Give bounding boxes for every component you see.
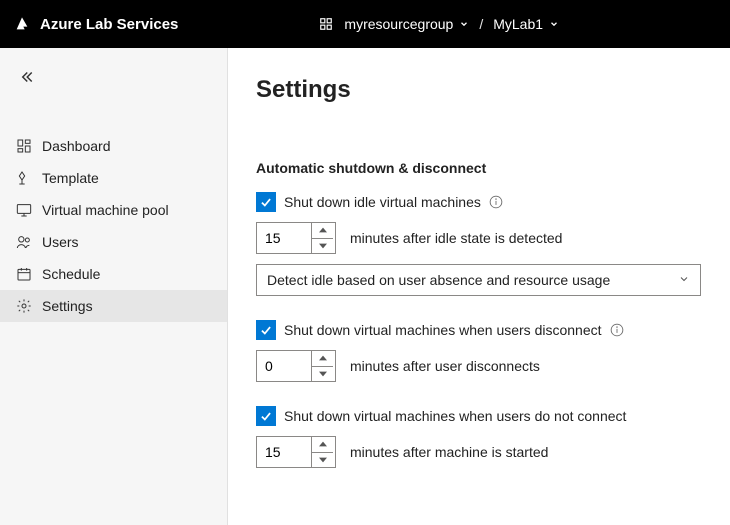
checkbox-label: Shut down idle virtual machines [284, 194, 481, 210]
noconnect-minutes-label: minutes after machine is started [350, 444, 548, 460]
spin-down[interactable] [312, 239, 333, 254]
checkbox-label: Shut down virtual machines when users di… [284, 322, 602, 338]
spin-down[interactable] [312, 367, 333, 382]
chevron-down-icon [678, 272, 690, 288]
info-icon[interactable] [489, 195, 503, 209]
spinner [311, 223, 333, 253]
azure-icon [14, 16, 30, 32]
idle-minutes-label: minutes after idle state is detected [350, 230, 562, 246]
setting-shutdown-noconnect: Shut down virtual machines when users do… [256, 406, 702, 468]
disconnect-minutes-field[interactable] [257, 351, 311, 381]
checkbox-shutdown-noconnect[interactable] [256, 406, 276, 426]
noconnect-minutes-field[interactable] [257, 437, 311, 467]
gear-icon [16, 298, 32, 314]
sidebar-item-template[interactable]: Template [0, 162, 227, 194]
content: Settings Automatic shutdown & disconnect… [228, 48, 730, 525]
spinner [311, 437, 333, 467]
sidebar-item-label: Dashboard [42, 138, 111, 154]
sidebar-item-label: Users [42, 234, 79, 250]
checkbox-shutdown-idle[interactable] [256, 192, 276, 212]
noconnect-minutes-input[interactable] [256, 436, 336, 468]
sidebar-item-schedule[interactable]: Schedule [0, 258, 227, 290]
idle-minutes-field[interactable] [257, 223, 311, 253]
topbar: Azure Lab Services myresourcegroup / MyL… [0, 0, 730, 48]
checkbox-label: Shut down virtual machines when users do… [284, 408, 626, 424]
setting-shutdown-disconnect: Shut down virtual machines when users di… [256, 320, 702, 382]
schedule-icon [16, 266, 32, 282]
spin-up[interactable] [312, 223, 333, 239]
info-icon[interactable] [610, 323, 624, 337]
sidebar-item-label: Schedule [42, 266, 100, 282]
disconnect-minutes-label: minutes after user disconnects [350, 358, 540, 374]
brand-text: Azure Lab Services [40, 16, 178, 33]
breadcrumb: myresourcegroup / MyLab1 [318, 16, 559, 32]
dashboard-icon [16, 138, 32, 154]
collapse-sidebar-button[interactable] [0, 60, 227, 94]
idle-minutes-input[interactable] [256, 222, 336, 254]
disconnect-minutes-input[interactable] [256, 350, 336, 382]
section-title: Automatic shutdown & disconnect [256, 160, 702, 176]
breadcrumb-rg-label: myresourcegroup [344, 16, 453, 32]
sidebar-item-label: Settings [42, 298, 93, 314]
vm-pool-icon [16, 202, 32, 218]
resource-group-icon [318, 16, 334, 32]
sidebar-item-label: Template [42, 170, 99, 186]
brand: Azure Lab Services [14, 16, 178, 33]
setting-shutdown-idle: Shut down idle virtual machines minutes … [256, 192, 702, 296]
main: Dashboard Template Virtual machine pool … [0, 48, 730, 525]
breadcrumb-lab-label: MyLab1 [493, 16, 543, 32]
spin-up[interactable] [312, 351, 333, 367]
breadcrumb-sep: / [479, 16, 483, 32]
template-icon [16, 170, 32, 186]
sidebar-item-vm-pool[interactable]: Virtual machine pool [0, 194, 227, 226]
chevron-down-icon [459, 19, 469, 29]
checkbox-shutdown-disconnect[interactable] [256, 320, 276, 340]
spin-down[interactable] [312, 453, 333, 468]
spin-up[interactable] [312, 437, 333, 453]
sidebar-item-settings[interactable]: Settings [0, 290, 227, 322]
chevron-down-icon [549, 19, 559, 29]
breadcrumb-lab[interactable]: MyLab1 [493, 16, 559, 32]
sidebar-item-dashboard[interactable]: Dashboard [0, 130, 227, 162]
idle-detect-dropdown[interactable]: Detect idle based on user absence and re… [256, 264, 701, 296]
users-icon [16, 234, 32, 250]
sidebar: Dashboard Template Virtual machine pool … [0, 48, 228, 525]
dropdown-value: Detect idle based on user absence and re… [267, 272, 610, 288]
page-title: Settings [256, 76, 702, 104]
sidebar-item-label: Virtual machine pool [42, 202, 169, 218]
sidebar-item-users[interactable]: Users [0, 226, 227, 258]
spinner [311, 351, 333, 381]
breadcrumb-resource-group[interactable]: myresourcegroup [344, 16, 469, 32]
